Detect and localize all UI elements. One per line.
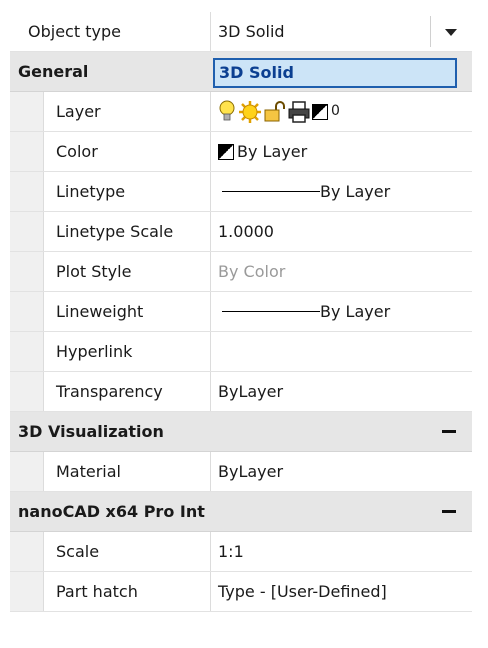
property-value-part-hatch[interactable]: Type - [User-Defined] [218,572,387,611]
column-divider [210,372,211,411]
row-indent [10,92,44,131]
property-value-linetype[interactable]: By Layer [222,172,390,211]
property-row-linetype-scale[interactable]: Linetype Scale 1.0000 [10,212,472,252]
column-divider [210,252,211,291]
property-row-part-hatch[interactable]: Part hatch Type - [User-Defined] [10,572,472,612]
property-row-transparency[interactable]: Transparency ByLayer [10,372,472,412]
property-row-plot-style[interactable]: Plot Style By Color [10,252,472,292]
color-swatch-icon [218,143,234,160]
row-indent [10,252,44,291]
sun-icon [239,100,261,123]
color-swatch-icon [312,103,328,120]
property-value-plot-style: By Color [218,262,286,281]
row-indent [10,132,44,171]
property-row-material[interactable]: Material ByLayer [10,452,472,492]
column-divider [210,452,211,491]
property-name-layer: Layer [56,102,101,121]
property-value-scale[interactable]: 1:1 [218,532,244,571]
column-divider [210,572,211,611]
property-name-linetype-scale: Linetype Scale [56,222,174,241]
property-name-transparency: Transparency [56,382,163,401]
row-indent [10,332,44,371]
object-type-value: 3D Solid [218,22,285,41]
row-indent [10,292,44,331]
row-indent [10,572,44,611]
property-name-part-hatch: Part hatch [56,582,138,601]
property-name-hyperlink: Hyperlink [56,342,133,361]
column-divider [210,172,211,211]
color-value-text: By Layer [237,142,308,161]
collapse-icon[interactable] [442,510,456,513]
linetype-value-text: By Layer [320,182,391,201]
lineweight-value-text: By Layer [320,302,391,321]
property-row-color[interactable]: Color By Layer [10,132,472,172]
category-nanocad-label: nanoCAD x64 Pro Int [18,502,205,521]
column-divider [210,212,211,251]
property-value-layer[interactable]: 0 [218,92,340,131]
property-name-linetype: Linetype [56,182,126,201]
column-divider [210,332,211,371]
row-indent [10,532,44,571]
property-row-hyperlink[interactable]: Hyperlink [10,332,472,372]
property-value-linetype-scale[interactable]: 1.0000 [218,212,274,251]
property-value-lineweight[interactable]: By Layer [222,292,390,331]
printer-icon [288,100,310,123]
column-divider [210,292,211,331]
category-3d-visualization-label: 3D Visualization [18,422,164,441]
column-divider [210,92,211,131]
property-name-material: Material [56,462,121,481]
property-name-color: Color [56,142,98,161]
property-row-layer[interactable]: Layer 0 [10,92,472,132]
property-name-plot-style: Plot Style [56,262,132,281]
property-value-material[interactable]: ByLayer [218,452,283,491]
category-3d-visualization[interactable]: 3D Visualization [10,412,472,452]
column-divider [210,532,211,571]
column-divider [210,132,211,171]
row-indent [10,172,44,211]
lineweight-sample-line [222,311,320,312]
collapse-icon[interactable] [442,430,456,433]
lightbulb-icon [219,100,235,120]
property-row-linetype[interactable]: Linetype By Layer [10,172,472,212]
property-value-transparency[interactable]: ByLayer [218,372,283,411]
property-name-lineweight: Lineweight [56,302,144,321]
layer-name-text: 0 [331,103,340,119]
chevron-down-icon[interactable] [430,16,471,47]
object-type-dropdown[interactable]: 3D Solid [213,58,457,88]
object-type-label: Object type [28,22,121,41]
row-indent [10,452,44,491]
property-value-color[interactable]: By Layer [218,132,307,171]
property-row-scale[interactable]: Scale 1:1 [10,532,472,572]
properties-panel: Object type 3D Solid General 3D Solid La… [10,12,472,648]
row-indent [10,212,44,251]
dropdown-option-3d-solid[interactable]: 3D Solid [219,60,294,86]
object-type-row: Object type 3D Solid [10,12,472,52]
category-general-label: General [18,62,89,81]
property-row-lineweight[interactable]: Lineweight By Layer [10,292,472,332]
object-type-combobox[interactable]: 3D Solid [211,12,471,51]
category-nanocad[interactable]: nanoCAD x64 Pro Int [10,492,472,532]
row-indent [10,372,44,411]
unlock-icon [264,100,285,121]
linetype-sample-line [222,191,320,192]
property-name-scale: Scale [56,542,100,561]
